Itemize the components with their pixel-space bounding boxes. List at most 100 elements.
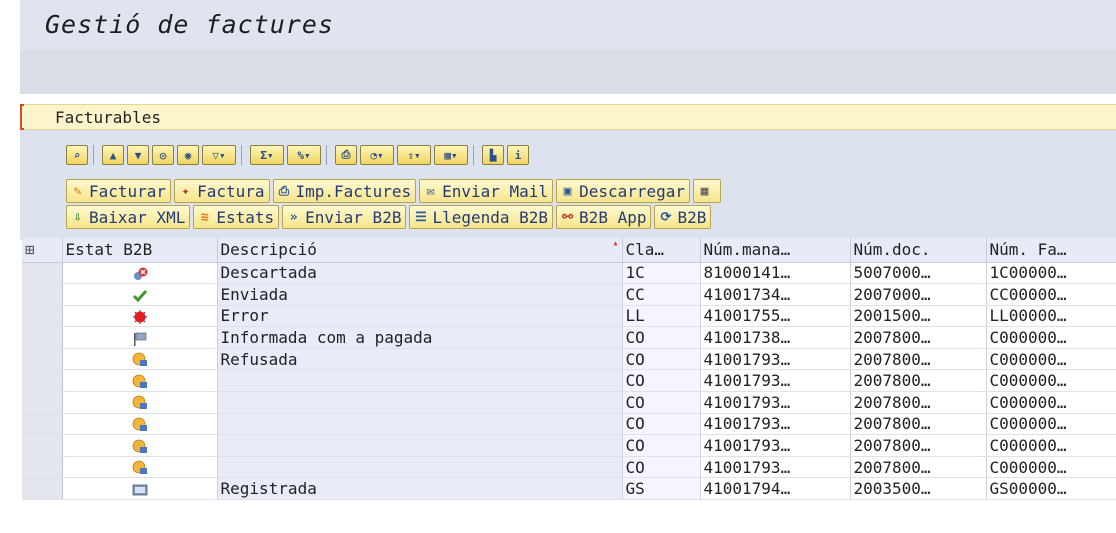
find-next-icon[interactable]: ◉ [177,145,199,165]
enviar-mail-button[interactable]: ✉ Enviar Mail [419,179,554,203]
row-selector[interactable] [22,348,63,371]
num-doc-cell: 2007800… [850,434,987,457]
function-buttons-row1: ✎ Facturar ✦ Factura ⎙ Imp.Factures ✉ Enviar… [66,179,724,203]
section-title: Facturables [55,108,161,127]
table-row[interactable]: CO 41001793… 2007800… C000000… [22,434,1116,457]
baixar-xml-button[interactable]: ⇩ Baixar XML [66,205,191,229]
section-marker [20,104,24,130]
factura-label: Factura [197,181,265,201]
layout-icon[interactable]: ▦▾ [434,145,468,165]
view-icon[interactable]: ◔▾ [360,145,394,165]
registered-icon [132,482,148,498]
descripcio-cell [217,456,623,479]
enviar-mail-label: Enviar Mail [442,181,549,201]
sort-ascending-icon[interactable]: ▲ [102,145,124,165]
num-fa-cell: CC00000… [986,283,1116,306]
cla-cell: 1C [622,262,701,285]
row-selector[interactable] [22,434,63,457]
table-row[interactable]: CO 41001793… 2007800… C000000… [22,391,1116,414]
legend-icon: ☰ [415,209,427,225]
descripcio-cell: Enviada [217,283,623,306]
sum-icon[interactable]: Σ▾ [250,145,284,165]
column-header-cla[interactable]: Cla… [622,238,701,263]
row-selector[interactable] [22,391,63,414]
column-header-num-mana[interactable]: Núm.mana… [700,238,851,263]
refresh-icon: ⟳ [660,209,672,225]
table-row[interactable]: Refusada CO 41001793… 2007800… C000000… [22,348,1116,371]
column-header-num-doc[interactable]: Núm.doc. [850,238,987,263]
row-selector[interactable] [22,456,63,479]
table-row[interactable]: Enviada CC 41001734… 2007000… CC00000… [22,283,1116,306]
graphic-icon[interactable]: ▙ [482,145,504,165]
row-selector[interactable] [22,326,63,349]
llegenda-b2b-button[interactable]: ☰ Llegenda B2B [409,205,554,229]
column-header-estat-b2b[interactable]: Estat B2B [62,238,218,263]
function-buttons-row2: ⇩ Baixar XML ≋ Estats » Enviar B2B ☰ Llegend… [66,205,714,229]
export-icon[interactable]: ⇪▾ [397,145,431,165]
cla-cell: CC [622,283,701,306]
section-header [20,104,1116,130]
b2b-app-button[interactable]: ⚯ B2B App [556,205,652,229]
send-icon: » [289,209,298,225]
num-mana-cell: 41001793… [700,413,851,436]
row-selector[interactable] [22,413,63,436]
row-selector[interactable] [22,477,63,501]
num-doc-cell: 2007800… [850,391,987,414]
toolbar-separator [241,145,246,165]
details-icon[interactable]: ⌕ [66,145,88,165]
row-selector[interactable] [22,369,63,393]
num-doc-cell: 2007800… [850,348,987,371]
table-row[interactable]: Informada com a pagada CO 41001738… 2007800… [22,326,1116,349]
subtotal-icon[interactable]: %▾ [287,145,321,165]
num-doc-cell: 2003500… [850,477,987,501]
print-icon[interactable]: ⎙ [335,145,357,165]
descarregar-button[interactable]: ▣ Descarregar [556,179,691,203]
table-row[interactable]: CO 41001793… 2007800… C000000… [22,369,1116,393]
window-title: Gestió de factures [45,10,334,39]
num-doc-cell: 2007800… [850,369,987,393]
grid-icon: ▦ [700,183,709,199]
table-row[interactable]: Registrada GS 41001794… 2003500… GS00000… [22,477,1116,501]
table-header-row: ⊞ Estat B2B Descripció ▴ Cla… Núm.mana… N… [22,238,1116,263]
filter-icon[interactable]: ▽▾ [202,145,236,165]
descarregar-label: Descarregar [579,181,686,201]
info-icon[interactable]: i [507,145,529,165]
sort-descending-icon[interactable]: ▼ [127,145,149,165]
table-row[interactable]: CO 41001793… 2007800… C000000… [22,413,1116,436]
row-selector[interactable] [22,305,63,328]
column-header-num-fa[interactable]: Núm. Fa… [986,238,1116,263]
enviar-b2b-button[interactable]: » Enviar B2B [282,205,407,229]
estats-button[interactable]: ≋ Estats [193,205,280,229]
refused-icon [132,439,148,455]
column-header-descripcio[interactable]: Descripció ▴ [217,238,623,263]
num-fa-cell: C000000… [986,413,1116,436]
num-doc-cell: 2007800… [850,326,987,349]
descripcio-cell [217,391,623,414]
estats-label: Estats [216,207,275,227]
num-fa-cell: C000000… [986,434,1116,457]
num-mana-cell: 41001793… [700,434,851,457]
select-all-icon: ⊞ [25,240,35,260]
status-cell [62,477,218,501]
table-row[interactable]: Error LL 41001755… 2001500… LL00000… [22,305,1116,328]
table-row[interactable]: Descartada 1C 81000141… 5007000… 1C00000… [22,262,1116,285]
imp-factures-button[interactable]: ⎙ Imp.Factures [272,179,417,203]
refused-icon [132,352,148,368]
num-doc-cell: 5007000… [850,262,987,285]
descripcio-cell: Refusada [217,348,623,371]
row-selector[interactable] [22,262,63,285]
refused-icon [132,395,148,411]
table-row[interactable]: CO 41001793… 2007800… C000000… [22,456,1116,479]
descripcio-cell [217,434,623,457]
num-doc-cell: 2007800… [850,413,987,436]
application-toolbar [20,50,1116,94]
more-button[interactable]: ▦ [693,179,722,203]
select-all-cell[interactable]: ⊞ [22,238,63,263]
b2b-button[interactable]: ⟳ B2B [654,205,712,229]
status-cell [62,456,218,479]
facturar-button[interactable]: ✎ Facturar [66,179,172,203]
find-icon[interactable]: ◎ [152,145,174,165]
cla-cell: LL [622,305,701,328]
factura-button[interactable]: ✦ Factura [174,179,270,203]
row-selector[interactable] [22,283,63,306]
